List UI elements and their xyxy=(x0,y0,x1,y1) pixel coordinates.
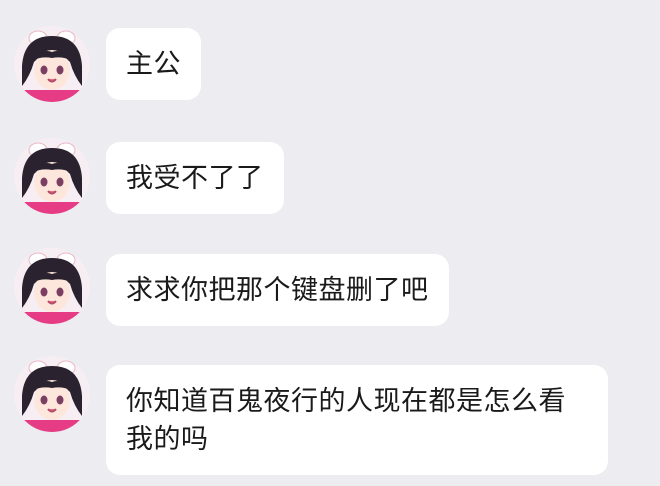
anime-girl-avatar-icon[interactable] xyxy=(14,138,90,214)
anime-girl-avatar-icon[interactable] xyxy=(14,26,90,102)
message-text: 我受不了了 xyxy=(126,163,264,194)
anime-girl-avatar-icon[interactable] xyxy=(14,248,90,324)
message-bubble: 求求你把那个键盘删了吧 xyxy=(106,254,449,326)
message-bubble: 你知道百鬼夜行的人现在都是怎么看我的吗 xyxy=(106,365,608,475)
message-text: 你知道百鬼夜行的人现在都是怎么看我的吗 xyxy=(126,386,566,455)
message-bubble: 我受不了了 xyxy=(106,142,284,214)
message-text: 主公 xyxy=(126,49,181,80)
avatar-image xyxy=(14,138,90,214)
message-text: 求求你把那个键盘删了吧 xyxy=(126,275,429,306)
avatar-image xyxy=(14,356,90,432)
message-bubble: 主公 xyxy=(106,28,201,100)
avatar-image xyxy=(14,248,90,324)
avatar-image xyxy=(14,26,90,102)
chat-area: 主公 我受不了了 求求你把那个键盘删了吧 你知道百鬼夜行的人现在都是怎么看我的吗 xyxy=(0,0,660,486)
anime-girl-avatar-icon[interactable] xyxy=(14,356,90,432)
